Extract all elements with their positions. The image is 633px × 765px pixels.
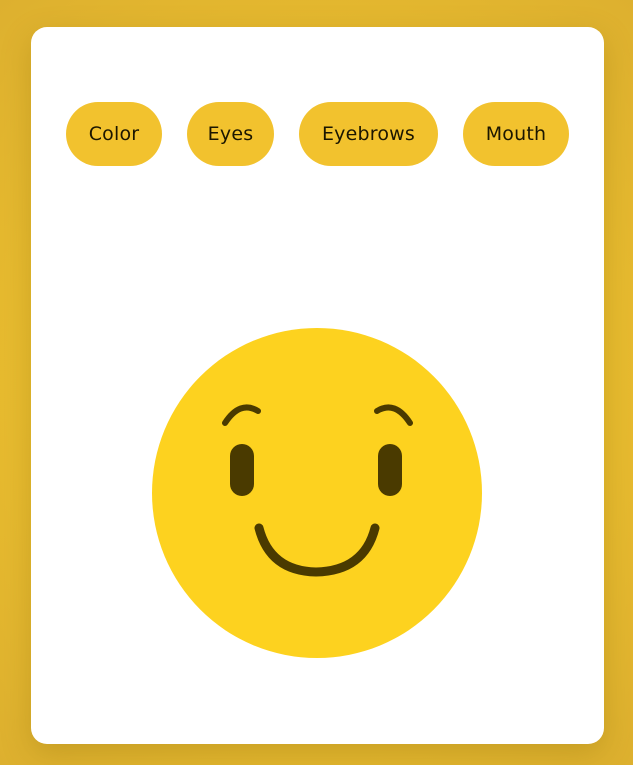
left-eye bbox=[230, 444, 254, 496]
eyes-button[interactable]: Eyes bbox=[187, 102, 274, 166]
right-eye bbox=[378, 444, 402, 496]
face-circle bbox=[152, 328, 482, 658]
eyebrows-button[interactable]: Eyebrows bbox=[299, 102, 438, 166]
emoji-preview bbox=[152, 328, 482, 658]
feature-toolbar: Color Eyes Eyebrows Mouth bbox=[31, 102, 604, 166]
color-button[interactable]: Color bbox=[66, 102, 162, 166]
mouth-button[interactable]: Mouth bbox=[463, 102, 569, 166]
emoji-editor-card: Color Eyes Eyebrows Mouth bbox=[31, 27, 604, 744]
smiley-face-icon bbox=[152, 328, 482, 658]
